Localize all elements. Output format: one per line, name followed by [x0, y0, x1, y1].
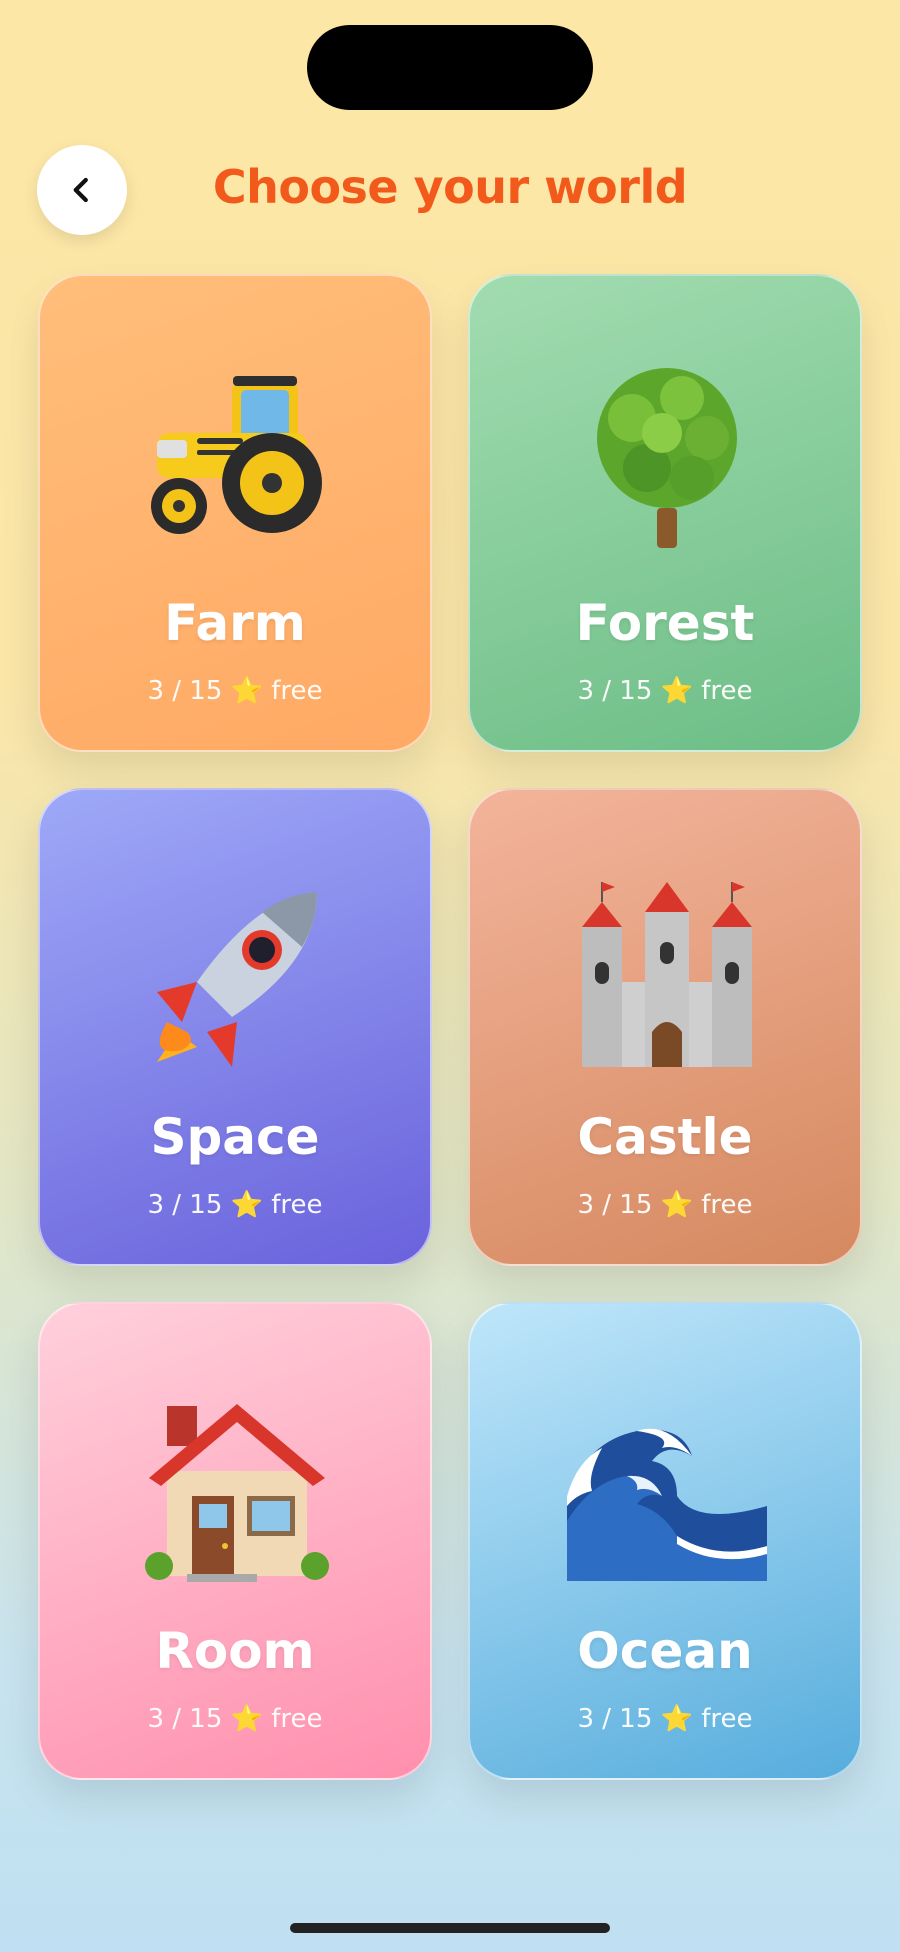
world-card-room[interactable]: Room 3 / 15 ⭐ free [38, 1302, 432, 1780]
world-progress: 3 / 15 ⭐ free [577, 676, 753, 706]
tree-icon [597, 368, 737, 548]
star-icon: ⭐ [660, 676, 694, 706]
world-progress: 3 / 15 ⭐ free [147, 676, 323, 706]
world-progress: 3 / 15 ⭐ free [577, 1190, 753, 1220]
world-card-farm[interactable]: Farm 3 / 15 ⭐ free [38, 274, 432, 752]
tractor-icon [151, 376, 322, 534]
castle-icon [582, 882, 752, 1067]
world-name: Space [150, 1108, 320, 1166]
star-icon: ⭐ [230, 676, 264, 706]
world-name: Ocean [577, 1622, 753, 1680]
star-icon: ⭐ [660, 1190, 694, 1220]
world-grid: Farm 3 / 15 ⭐ free Forest 3 / 15 ⭐ free [0, 0, 900, 1952]
world-name: Castle [577, 1108, 753, 1166]
world-card-space[interactable]: Space 3 / 15 ⭐ free [38, 788, 432, 1266]
star-icon: ⭐ [660, 1704, 694, 1734]
world-progress: 3 / 15 ⭐ free [147, 1190, 323, 1220]
world-name: Room [155, 1622, 315, 1680]
star-icon: ⭐ [230, 1704, 264, 1734]
world-card-ocean[interactable]: Ocean 3 / 15 ⭐ free [468, 1302, 862, 1780]
world-name: Farm [164, 594, 306, 652]
world-progress: 3 / 15 ⭐ free [577, 1704, 753, 1734]
rocket-icon [157, 892, 317, 1067]
world-card-castle[interactable]: Castle 3 / 15 ⭐ free [468, 788, 862, 1266]
world-name: Forest [575, 594, 755, 652]
home-indicator[interactable] [290, 1923, 610, 1933]
world-progress: 3 / 15 ⭐ free [147, 1704, 323, 1734]
house-icon [145, 1404, 329, 1582]
world-card-forest[interactable]: Forest 3 / 15 ⭐ free [468, 274, 862, 752]
wave-icon [567, 1428, 767, 1581]
star-icon: ⭐ [230, 1190, 264, 1220]
